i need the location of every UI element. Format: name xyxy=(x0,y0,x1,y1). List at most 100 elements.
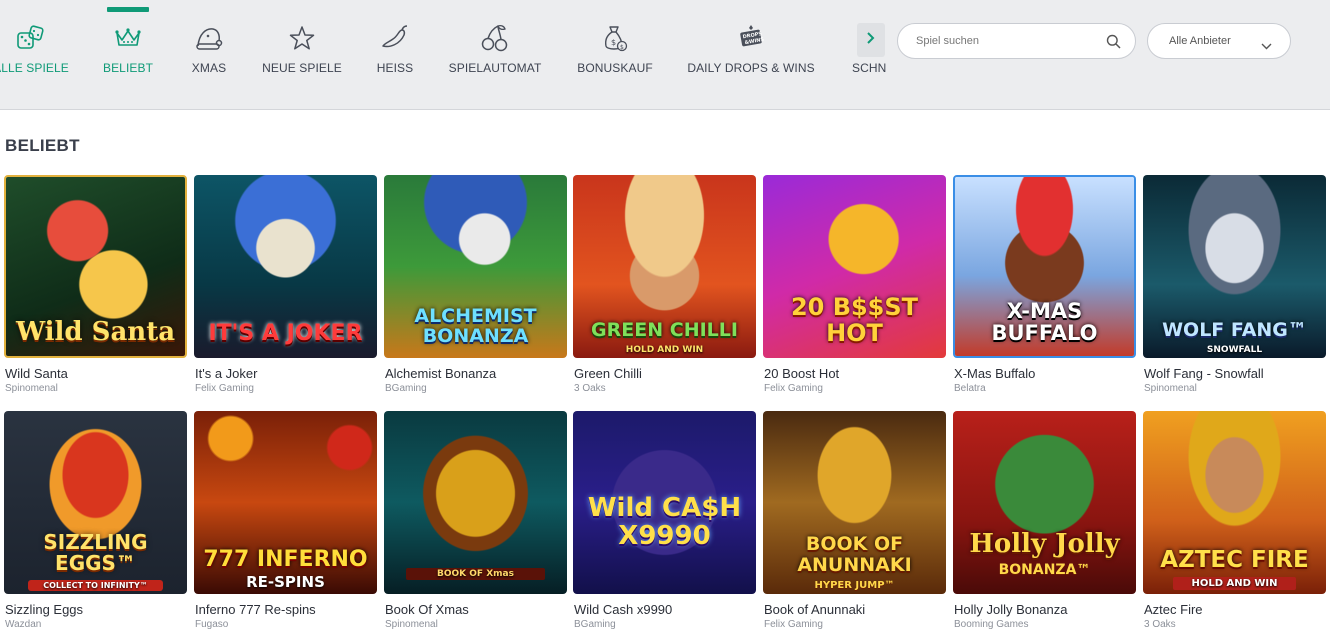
game-thumbnail[interactable]: WOLF FANG™ SNOWFALL xyxy=(1143,175,1326,358)
game-art-subtitle: HYPER JUMP™ xyxy=(814,580,895,591)
svg-text:$: $ xyxy=(611,38,616,47)
game-provider: Spinomenal xyxy=(5,383,58,394)
game-provider: Spinomenal xyxy=(1144,383,1197,394)
search-input[interactable] xyxy=(916,32,1096,50)
crown-icon xyxy=(114,22,142,54)
game-art-subtitle: COLLECT TO INFINITY™ xyxy=(28,580,163,591)
game-name: Book of Anunnaki xyxy=(764,602,866,617)
game-thumbnail[interactable]: Holly Jolly BONANZA™ xyxy=(953,411,1136,594)
game-thumbnail[interactable]: Wild CA$H X9990 xyxy=(573,411,756,594)
category-new-games[interactable]: NEUE SPIELE xyxy=(262,0,342,90)
game-provider: Felix Gaming xyxy=(764,383,823,394)
game-name: Green Chilli xyxy=(574,366,642,381)
category-list: ALLE SPIELE BELIEBT XMAS NEUE SPIELE HEI… xyxy=(0,0,887,110)
category-popular[interactable]: BELIEBT xyxy=(103,0,153,90)
game-name: Alchemist Bonanza xyxy=(385,366,497,381)
game-card[interactable]: ALCHEMIST BONANZA Alchemist Bonanza BGam… xyxy=(384,175,567,400)
category-all-games[interactable]: ALLE SPIELE xyxy=(0,0,69,90)
category-slots[interactable]: SPIELAUTOMAT xyxy=(449,0,541,90)
game-art-subtitle: BOOK OF Xmas xyxy=(406,568,545,580)
category-xmas[interactable]: XMAS xyxy=(191,0,227,90)
game-art-title: BOOK OF ANUNNAKI xyxy=(797,533,912,576)
game-card[interactable]: IT'S A JOKER It's a Joker Felix Gaming xyxy=(194,175,377,400)
game-thumbnail[interactable]: Wild Santa xyxy=(4,175,187,358)
game-card[interactable]: 777 INFERNO RE-SPINS Inferno 777 Re-spin… xyxy=(194,411,377,636)
game-name: Holly Jolly Bonanza xyxy=(954,602,1068,617)
chili-icon xyxy=(380,22,410,54)
game-card[interactable]: GREEN CHILLI HOLD AND WIN Green Chilli 3… xyxy=(573,175,756,400)
game-name: Wild Cash x9990 xyxy=(574,602,673,617)
game-art-title: GREEN CHILLI xyxy=(591,319,738,341)
game-thumbnail[interactable]: ALCHEMIST BONANZA xyxy=(384,175,567,358)
game-provider: 3 Oaks xyxy=(1144,619,1176,630)
game-card[interactable]: BOOK OF Xmas Book Of Xmas Spinomenal xyxy=(384,411,567,636)
game-thumbnail[interactable]: IT'S A JOKER xyxy=(194,175,377,358)
category-label: ALLE SPIELE xyxy=(0,61,69,75)
game-name: Wolf Fang - Snowfall xyxy=(1144,366,1264,381)
game-provider: BGaming xyxy=(385,383,427,394)
game-art-subtitle: HOLD AND WIN xyxy=(1173,577,1296,590)
game-name: Wild Santa xyxy=(5,366,68,381)
cherries-icon xyxy=(480,22,510,54)
game-art-title: WOLF FANG™ xyxy=(1162,319,1307,341)
game-art-title: 777 INFERNO xyxy=(203,547,368,572)
provider-filter-value: Alle Anbieter xyxy=(1169,35,1231,47)
game-thumbnail[interactable]: SIZZLING EGGS™ COLLECT TO INFINITY™ xyxy=(4,411,187,594)
category-hot[interactable]: HEISS xyxy=(377,0,413,90)
game-thumbnail[interactable]: BOOK OF ANUNNAKI HYPER JUMP™ xyxy=(763,411,946,594)
game-name: Book Of Xmas xyxy=(385,602,469,617)
scroll-right-button[interactable] xyxy=(857,23,885,57)
category-label: NEUE SPIELE xyxy=(262,61,342,75)
game-art-subtitle: BONANZA™ xyxy=(998,562,1091,578)
dice-icon xyxy=(16,22,46,54)
game-art-title: Wild CA$H X9990 xyxy=(587,493,742,551)
game-thumbnail[interactable]: 777 INFERNO RE-SPINS xyxy=(194,411,377,594)
game-thumbnail[interactable]: AZTEC FIRE HOLD AND WIN xyxy=(1143,411,1326,594)
game-card[interactable]: Holly Jolly BONANZA™ Holly Jolly Bonanza… xyxy=(953,411,1136,636)
game-thumbnail[interactable]: X-MAS BUFFALO xyxy=(953,175,1136,358)
game-provider: 3 Oaks xyxy=(574,383,606,394)
category-label: BONUSKAUF xyxy=(577,61,653,75)
game-provider: Spinomenal xyxy=(385,619,438,630)
game-provider: BGaming xyxy=(574,619,616,630)
game-art-subtitle: SNOWFALL xyxy=(1206,345,1263,355)
game-art-title: SIZZLING EGGS™ xyxy=(43,530,148,575)
game-card[interactable]: WOLF FANG™ SNOWFALL Wolf Fang - Snowfall… xyxy=(1143,175,1326,400)
provider-filter-dropdown[interactable]: Alle Anbieter xyxy=(1147,23,1291,59)
game-search-box xyxy=(897,23,1136,59)
game-thumbnail[interactable]: 20 B$$ST HOT xyxy=(763,175,946,358)
game-name: Inferno 777 Re-spins xyxy=(195,602,316,617)
game-name: X-Mas Buffalo xyxy=(954,366,1036,381)
chevron-right-icon xyxy=(866,31,876,50)
game-art-title: 20 B$$ST HOT xyxy=(790,293,919,347)
category-label: SPIELAUTOMAT xyxy=(448,61,542,75)
search-icon[interactable] xyxy=(1106,34,1121,54)
game-card[interactable]: BOOK OF ANUNNAKI HYPER JUMP™ Book of Anu… xyxy=(763,411,946,636)
svg-text:$: $ xyxy=(620,44,624,51)
active-indicator xyxy=(107,7,149,12)
section-title: BELIEBT xyxy=(5,136,80,155)
santa-hat-icon xyxy=(194,22,224,54)
category-daily-drops-wins[interactable]: DROPS &WINS DAILY DROPS & WINS xyxy=(687,0,815,90)
game-provider: Booming Games xyxy=(954,619,1029,630)
game-card[interactable]: Wild Santa Wild Santa Spinomenal xyxy=(4,175,187,400)
game-art-title: ALCHEMIST BONANZA xyxy=(414,305,537,347)
game-card[interactable]: Wild CA$H X9990 Wild Cash x9990 BGaming xyxy=(573,411,756,636)
game-art-subtitle: RE-SPINS xyxy=(246,573,325,591)
category-bonus-buy[interactable]: $ $ BONUSKAUF xyxy=(577,0,653,90)
category-label: XMAS xyxy=(191,61,227,75)
game-thumbnail[interactable]: GREEN CHILLI HOLD AND WIN xyxy=(573,175,756,358)
game-provider: Belatra xyxy=(954,383,986,394)
game-art-title: AZTEC FIRE xyxy=(1160,547,1309,573)
category-label: BELIEBT xyxy=(102,61,154,75)
game-card[interactable]: AZTEC FIRE HOLD AND WIN Aztec Fire 3 Oak… xyxy=(1143,411,1326,636)
chevron-down-icon xyxy=(1261,37,1272,55)
game-name: It's a Joker xyxy=(195,366,258,381)
game-art-title: Wild Santa xyxy=(15,317,176,347)
drops-wins-icon: DROPS &WINS xyxy=(736,22,766,54)
game-card[interactable]: X-MAS BUFFALO X-Mas Buffalo Belatra xyxy=(953,175,1136,400)
game-card[interactable]: SIZZLING EGGS™ COLLECT TO INFINITY™ Sizz… xyxy=(4,411,187,636)
game-art-title: IT'S A JOKER xyxy=(208,321,363,346)
game-thumbnail[interactable]: BOOK OF Xmas xyxy=(384,411,567,594)
game-card[interactable]: 20 B$$ST HOT 20 Boost Hot Felix Gaming xyxy=(763,175,946,400)
